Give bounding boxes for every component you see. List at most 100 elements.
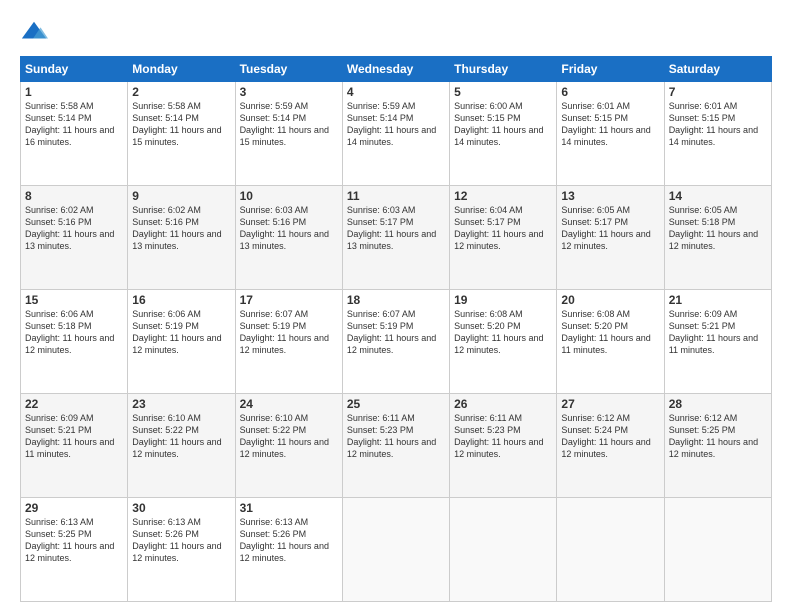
day-number: 18 — [347, 293, 445, 307]
daylight-label: Daylight: 11 hours and 12 minutes. — [240, 333, 329, 355]
daylight-label: Daylight: 11 hours and 11 minutes. — [25, 437, 114, 459]
sunrise-label: Sunrise: 6:10 AM — [240, 413, 309, 423]
day-number: 19 — [454, 293, 552, 307]
sunrise-label: Sunrise: 6:04 AM — [454, 205, 523, 215]
daylight-label: Daylight: 11 hours and 12 minutes. — [454, 333, 543, 355]
day-number: 10 — [240, 189, 338, 203]
calendar-week-4: 22 Sunrise: 6:09 AM Sunset: 5:21 PM Dayl… — [21, 394, 772, 498]
day-number: 4 — [347, 85, 445, 99]
daylight-label: Daylight: 11 hours and 12 minutes. — [132, 333, 221, 355]
calendar-cell: 1 Sunrise: 5:58 AM Sunset: 5:14 PM Dayli… — [21, 82, 128, 186]
day-info: Sunrise: 6:13 AM Sunset: 5:26 PM Dayligh… — [240, 516, 338, 565]
calendar-cell: 4 Sunrise: 5:59 AM Sunset: 5:14 PM Dayli… — [342, 82, 449, 186]
daylight-label: Daylight: 11 hours and 14 minutes. — [561, 125, 650, 147]
sunrise-label: Sunrise: 5:58 AM — [132, 101, 201, 111]
daylight-label: Daylight: 11 hours and 13 minutes. — [25, 229, 114, 251]
daylight-label: Daylight: 11 hours and 13 minutes. — [240, 229, 329, 251]
sunrise-label: Sunrise: 6:06 AM — [25, 309, 94, 319]
calendar-week-1: 1 Sunrise: 5:58 AM Sunset: 5:14 PM Dayli… — [21, 82, 772, 186]
day-info: Sunrise: 6:02 AM Sunset: 5:16 PM Dayligh… — [25, 204, 123, 253]
daylight-label: Daylight: 11 hours and 12 minutes. — [454, 437, 543, 459]
sunrise-label: Sunrise: 6:00 AM — [454, 101, 523, 111]
calendar-week-3: 15 Sunrise: 6:06 AM Sunset: 5:18 PM Dayl… — [21, 290, 772, 394]
day-number: 7 — [669, 85, 767, 99]
day-number: 21 — [669, 293, 767, 307]
daylight-label: Daylight: 11 hours and 15 minutes. — [132, 125, 221, 147]
sunset-label: Sunset: 5:21 PM — [25, 425, 92, 435]
day-info: Sunrise: 6:06 AM Sunset: 5:19 PM Dayligh… — [132, 308, 230, 357]
day-header-sunday: Sunday — [21, 57, 128, 82]
sunrise-label: Sunrise: 6:09 AM — [669, 309, 738, 319]
day-info: Sunrise: 6:01 AM Sunset: 5:15 PM Dayligh… — [561, 100, 659, 149]
sunrise-label: Sunrise: 5:59 AM — [347, 101, 416, 111]
sunset-label: Sunset: 5:14 PM — [240, 113, 307, 123]
daylight-label: Daylight: 11 hours and 12 minutes. — [454, 229, 543, 251]
sunrise-label: Sunrise: 6:06 AM — [132, 309, 201, 319]
sunrise-label: Sunrise: 6:03 AM — [347, 205, 416, 215]
day-info: Sunrise: 6:12 AM Sunset: 5:25 PM Dayligh… — [669, 412, 767, 461]
day-info: Sunrise: 6:09 AM Sunset: 5:21 PM Dayligh… — [669, 308, 767, 357]
sunset-label: Sunset: 5:17 PM — [347, 217, 414, 227]
calendar-cell: 31 Sunrise: 6:13 AM Sunset: 5:26 PM Dayl… — [235, 498, 342, 602]
day-number: 3 — [240, 85, 338, 99]
calendar-cell: 10 Sunrise: 6:03 AM Sunset: 5:16 PM Dayl… — [235, 186, 342, 290]
calendar-cell: 3 Sunrise: 5:59 AM Sunset: 5:14 PM Dayli… — [235, 82, 342, 186]
logo-icon — [20, 18, 48, 46]
daylight-label: Daylight: 11 hours and 12 minutes. — [669, 437, 758, 459]
day-number: 22 — [25, 397, 123, 411]
day-header-thursday: Thursday — [450, 57, 557, 82]
day-header-wednesday: Wednesday — [342, 57, 449, 82]
day-number: 17 — [240, 293, 338, 307]
daylight-label: Daylight: 11 hours and 12 minutes. — [240, 437, 329, 459]
calendar-cell — [557, 498, 664, 602]
calendar-cell: 25 Sunrise: 6:11 AM Sunset: 5:23 PM Dayl… — [342, 394, 449, 498]
day-number: 28 — [669, 397, 767, 411]
calendar-cell: 8 Sunrise: 6:02 AM Sunset: 5:16 PM Dayli… — [21, 186, 128, 290]
sunrise-label: Sunrise: 6:11 AM — [454, 413, 522, 423]
calendar-cell: 30 Sunrise: 6:13 AM Sunset: 5:26 PM Dayl… — [128, 498, 235, 602]
sunset-label: Sunset: 5:19 PM — [240, 321, 307, 331]
calendar-cell: 13 Sunrise: 6:05 AM Sunset: 5:17 PM Dayl… — [557, 186, 664, 290]
calendar-week-5: 29 Sunrise: 6:13 AM Sunset: 5:25 PM Dayl… — [21, 498, 772, 602]
day-info: Sunrise: 6:05 AM Sunset: 5:17 PM Dayligh… — [561, 204, 659, 253]
sunset-label: Sunset: 5:15 PM — [454, 113, 521, 123]
day-info: Sunrise: 6:09 AM Sunset: 5:21 PM Dayligh… — [25, 412, 123, 461]
calendar-cell: 22 Sunrise: 6:09 AM Sunset: 5:21 PM Dayl… — [21, 394, 128, 498]
day-number: 20 — [561, 293, 659, 307]
sunrise-label: Sunrise: 6:10 AM — [132, 413, 201, 423]
sunset-label: Sunset: 5:16 PM — [132, 217, 199, 227]
sunset-label: Sunset: 5:20 PM — [454, 321, 521, 331]
calendar-cell: 29 Sunrise: 6:13 AM Sunset: 5:25 PM Dayl… — [21, 498, 128, 602]
calendar-cell: 26 Sunrise: 6:11 AM Sunset: 5:23 PM Dayl… — [450, 394, 557, 498]
day-info: Sunrise: 6:07 AM Sunset: 5:19 PM Dayligh… — [347, 308, 445, 357]
sunset-label: Sunset: 5:14 PM — [132, 113, 199, 123]
sunrise-label: Sunrise: 6:03 AM — [240, 205, 309, 215]
calendar-cell: 15 Sunrise: 6:06 AM Sunset: 5:18 PM Dayl… — [21, 290, 128, 394]
calendar-cell: 6 Sunrise: 6:01 AM Sunset: 5:15 PM Dayli… — [557, 82, 664, 186]
sunrise-label: Sunrise: 6:08 AM — [561, 309, 630, 319]
sunset-label: Sunset: 5:19 PM — [347, 321, 414, 331]
day-info: Sunrise: 6:13 AM Sunset: 5:26 PM Dayligh… — [132, 516, 230, 565]
day-number: 27 — [561, 397, 659, 411]
calendar-cell: 17 Sunrise: 6:07 AM Sunset: 5:19 PM Dayl… — [235, 290, 342, 394]
calendar-cell: 19 Sunrise: 6:08 AM Sunset: 5:20 PM Dayl… — [450, 290, 557, 394]
day-info: Sunrise: 6:00 AM Sunset: 5:15 PM Dayligh… — [454, 100, 552, 149]
sunrise-label: Sunrise: 6:13 AM — [240, 517, 309, 527]
day-header-saturday: Saturday — [664, 57, 771, 82]
day-info: Sunrise: 6:10 AM Sunset: 5:22 PM Dayligh… — [132, 412, 230, 461]
daylight-label: Daylight: 11 hours and 14 minutes. — [454, 125, 543, 147]
calendar-cell: 27 Sunrise: 6:12 AM Sunset: 5:24 PM Dayl… — [557, 394, 664, 498]
day-number: 9 — [132, 189, 230, 203]
day-number: 5 — [454, 85, 552, 99]
day-info: Sunrise: 5:59 AM Sunset: 5:14 PM Dayligh… — [347, 100, 445, 149]
calendar-week-2: 8 Sunrise: 6:02 AM Sunset: 5:16 PM Dayli… — [21, 186, 772, 290]
day-number: 14 — [669, 189, 767, 203]
calendar-cell: 21 Sunrise: 6:09 AM Sunset: 5:21 PM Dayl… — [664, 290, 771, 394]
day-header-monday: Monday — [128, 57, 235, 82]
sunset-label: Sunset: 5:18 PM — [25, 321, 92, 331]
day-info: Sunrise: 6:03 AM Sunset: 5:16 PM Dayligh… — [240, 204, 338, 253]
sunrise-label: Sunrise: 6:02 AM — [132, 205, 201, 215]
header — [20, 18, 772, 46]
day-info: Sunrise: 6:12 AM Sunset: 5:24 PM Dayligh… — [561, 412, 659, 461]
sunrise-label: Sunrise: 6:08 AM — [454, 309, 523, 319]
